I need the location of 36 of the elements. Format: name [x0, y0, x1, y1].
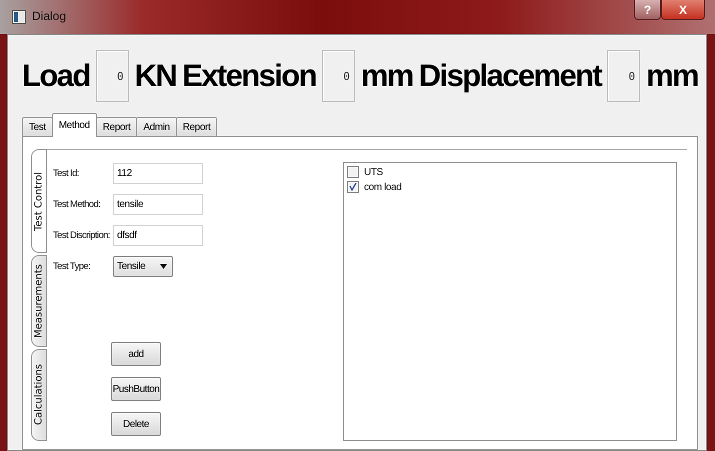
app-icon — [12, 10, 26, 24]
input-field[interactable]: 112 — [113, 163, 203, 184]
checkbox[interactable] — [347, 181, 359, 193]
readout-label: Displacement — [418, 58, 602, 94]
tab[interactable]: Report — [96, 117, 138, 137]
side-tab[interactable]: Measurements — [31, 255, 47, 347]
readout-label: Extension — [182, 58, 316, 94]
checkbox[interactable] — [347, 166, 359, 178]
field-label: Test Method: — [53, 199, 102, 210]
field-label: Test Type: — [53, 261, 92, 272]
push-button[interactable]: Delete — [111, 412, 161, 436]
lcd-display: 0 — [96, 50, 129, 102]
tab[interactable]: Test — [22, 117, 53, 137]
input-field[interactable]: dfsdf — [113, 225, 203, 246]
close-button[interactable]: X — [661, 0, 705, 20]
readout-label: Load — [22, 58, 90, 94]
tab[interactable]: Method — [52, 113, 97, 137]
unit-label: mm — [646, 58, 698, 94]
input-field[interactable]: tensile — [113, 194, 203, 215]
unit-label: mm — [360, 58, 413, 94]
checkbox-label: com load — [364, 182, 402, 192]
field-label: Test Id: — [53, 168, 80, 179]
lcd-display: 0 — [322, 50, 355, 102]
tab[interactable]: Report — [176, 117, 218, 137]
side-tab[interactable]: Test Control — [31, 149, 47, 253]
checkbox-label: UTS — [364, 166, 383, 178]
side-tab[interactable]: Calculations — [31, 349, 47, 441]
tab[interactable]: Admin — [136, 117, 177, 137]
caret-icon — [160, 264, 167, 269]
field-label: Test Discription: — [53, 230, 111, 241]
window-title: Dialog — [32, 9, 68, 23]
type-dropdown[interactable]: Tensile — [113, 256, 173, 277]
push-button[interactable]: add — [111, 342, 161, 366]
unit-label: KN — [134, 58, 176, 94]
push-button[interactable]: PushButton — [111, 377, 161, 401]
lcd-display: 0 — [607, 50, 640, 102]
